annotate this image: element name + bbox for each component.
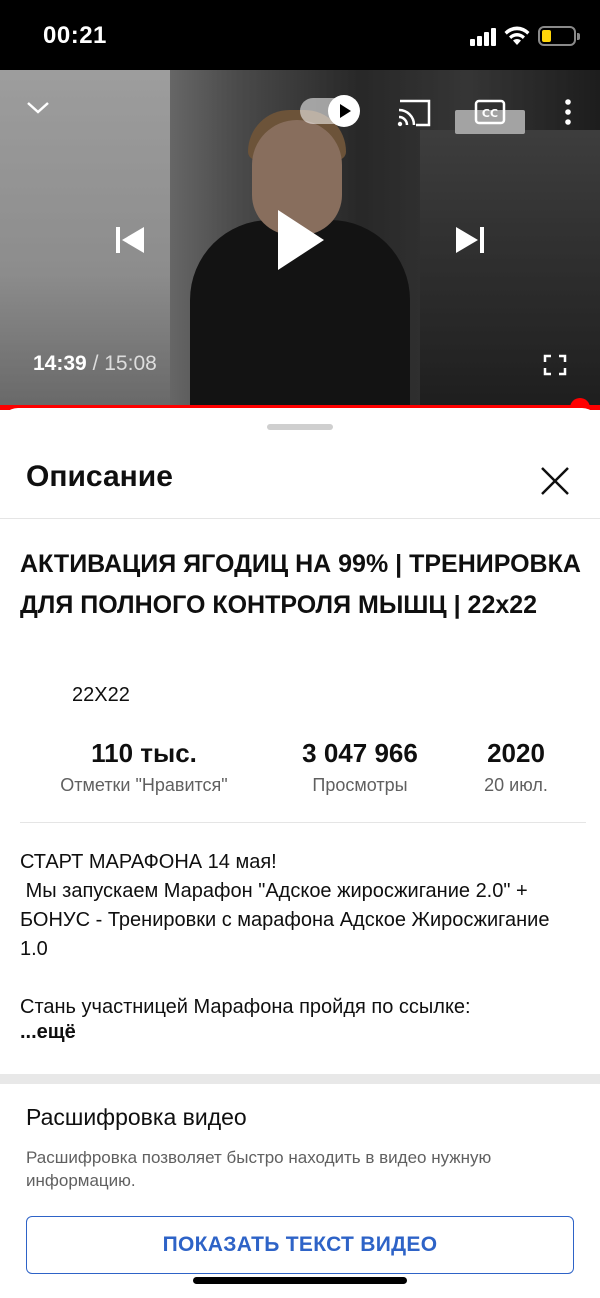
divider xyxy=(0,518,600,519)
video-title: АКТИВАЦИЯ ЯГОДИЦ НА 99% | ТРЕНИРОВКА ДЛЯ… xyxy=(20,550,581,619)
publish-date: 20 июл. xyxy=(484,775,548,795)
description-text: СТАРТ МАРАФОНА 14 мая! Мы запускаем Мара… xyxy=(20,851,550,1018)
time-separator: / xyxy=(92,352,99,375)
views-label: Просмотры xyxy=(312,775,408,795)
svg-text:CC: CC xyxy=(482,107,498,120)
close-icon[interactable] xyxy=(532,458,578,504)
captions-icon[interactable]: CC xyxy=(474,98,506,126)
description-sheet: Описание АКТИВАЦИЯ ЯГОДИЦ НА 99% | ТРЕНИ… xyxy=(0,408,600,1298)
likes-stat: 110 тыс. Отметки "Нравится" xyxy=(38,738,250,796)
date-stat: 2020 20 июл. xyxy=(470,738,562,796)
transcript-description: Расшифровка позволяет быстро находить в … xyxy=(26,1148,492,1190)
time-display: 14:39 / 15:08 xyxy=(33,352,157,376)
show-more-link[interactable]: ...ещё xyxy=(20,1021,76,1044)
transcript-title: Расшифровка видео xyxy=(26,1104,247,1130)
divider xyxy=(20,822,586,823)
next-icon[interactable] xyxy=(453,223,487,257)
cast-icon[interactable] xyxy=(396,98,432,128)
video-stats: 110 тыс. Отметки "Нравится" 3 047 966 Пр… xyxy=(0,738,600,808)
more-vert-icon[interactable] xyxy=(560,98,576,126)
section-separator xyxy=(0,1074,600,1084)
chevron-down-icon[interactable] xyxy=(24,96,52,118)
show-transcript-button[interactable]: ПОКАЗАТЬ ТЕКСТ ВИДЕО xyxy=(26,1216,574,1274)
likes-count: 110 тыс. xyxy=(91,738,197,768)
likes-label: Отметки "Нравится" xyxy=(60,775,228,795)
duration: 15:08 xyxy=(104,352,157,375)
signal-icon xyxy=(470,28,498,46)
sheet-title: Описание xyxy=(26,460,173,493)
autoplay-toggle-icon xyxy=(328,95,360,127)
current-time: 14:39 xyxy=(33,352,87,375)
channel-name[interactable]: 22X22 xyxy=(72,684,130,707)
status-bar: 00:21 xyxy=(0,0,600,70)
fullscreen-icon[interactable] xyxy=(543,354,567,376)
previous-icon[interactable] xyxy=(113,223,147,257)
publish-year: 2020 xyxy=(487,738,545,768)
wifi-icon xyxy=(504,26,530,45)
home-indicator xyxy=(193,1277,407,1284)
battery-icon xyxy=(538,26,580,46)
views-count: 3 047 966 xyxy=(302,738,418,768)
play-icon[interactable] xyxy=(272,208,328,272)
views-stat: 3 047 966 Просмотры xyxy=(285,738,435,796)
drag-handle[interactable] xyxy=(267,424,333,430)
autoplay-toggle[interactable] xyxy=(300,95,360,127)
video-player[interactable]: CC 14:39 / 15:08 xyxy=(0,70,600,408)
status-time: 00:21 xyxy=(43,22,107,49)
